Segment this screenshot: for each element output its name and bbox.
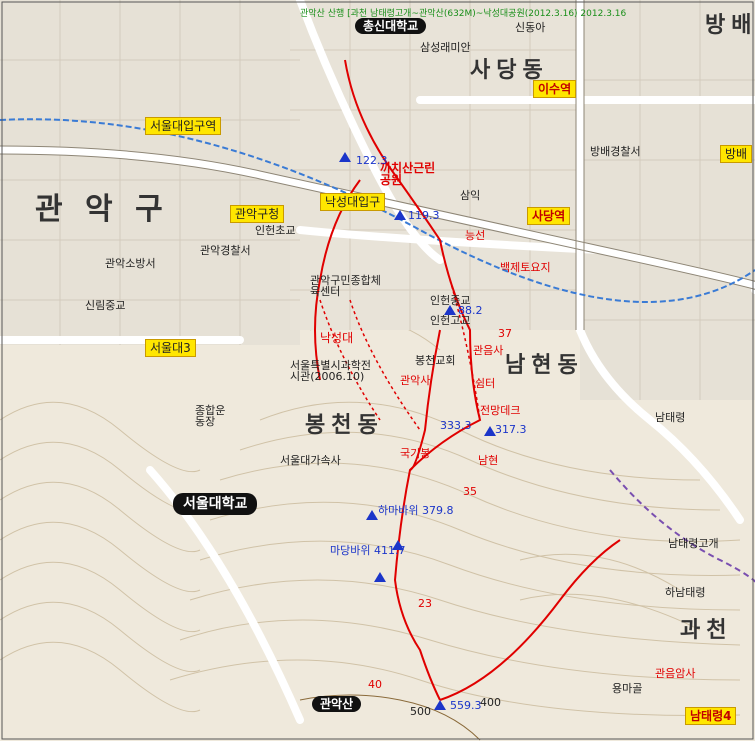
landmark-bongcheon-church: 봉천교회: [415, 354, 456, 367]
landmark-science-hall: 서울특별시과학전시관(2006.10): [290, 359, 371, 383]
landmark-inheon-elem: 인헌초교: [255, 224, 296, 237]
landmark-gwanaksa: 관악사: [400, 374, 431, 387]
map-title: 관악산 산행 [과천 남태령고개~관악산(632M)~낙성대공원(2012.3.…: [300, 9, 627, 19]
landmark-samik: 삼익: [460, 189, 481, 202]
landmark-baekje-kiln: 백제토요지: [500, 261, 551, 274]
peak-hamabawi-height: 379.8: [421, 504, 454, 517]
peak-122: 122.3: [356, 154, 388, 167]
contour-23: 23: [418, 597, 432, 610]
landmark-nakseongdae: 낙성대: [320, 331, 354, 345]
peak-88: 88.2: [458, 304, 483, 317]
station-snu-entrance[interactable]: 서울대입구역: [145, 117, 222, 135]
route-label-ridge: 능선: [465, 229, 486, 242]
peak-hamabawi: 하마바위 379.8: [378, 505, 453, 516]
landmark-gwaneumam: 관음암사: [655, 667, 696, 680]
landmark-snu-accelerator: 서울대가속사: [280, 454, 341, 467]
station-gwanak-office[interactable]: 관악구청: [230, 205, 285, 223]
peak-madangbawi: 마당바위 411.7: [330, 545, 405, 556]
urban-bangbae: [580, 0, 755, 400]
peak-559: 559.3: [450, 699, 482, 712]
contour-400: 400: [480, 696, 501, 709]
landmark-fire-station: 관악소방서: [105, 257, 156, 270]
contour-37: 37: [498, 327, 512, 340]
peak-317: 317.3: [495, 423, 527, 436]
contour-35: 35: [463, 485, 477, 498]
peak-119: 119.3: [408, 209, 440, 222]
district-bangbae: 방배: [705, 13, 755, 38]
landmark-bangbae-police: 방배경찰서: [590, 145, 641, 158]
landmark-sillim-middle: 신림중교: [85, 299, 126, 312]
contour-500: 500: [410, 705, 431, 718]
station-isu[interactable]: 이수역: [533, 80, 577, 98]
peak-madangbawi-height: 411.7: [373, 544, 406, 557]
peak-333: 333.3: [440, 419, 472, 432]
landmark-namtaeryeong-pass: 남태령고개: [668, 537, 719, 550]
landmark-snu[interactable]: 서울대학교: [173, 493, 258, 515]
landmark-ha-namtaeryeong: 하남태령: [665, 586, 706, 599]
district-sadang: 사당동: [470, 58, 549, 83]
district-bongcheon: 봉천동: [305, 413, 384, 438]
peak-madangbawi-name: 마당바위: [330, 544, 371, 557]
station-sadang[interactable]: 사당역: [527, 207, 571, 225]
route-label-gukgibong: 국기봉: [400, 447, 431, 460]
landmark-gwaneumsa: 관음사: [473, 344, 504, 357]
district-gwanak: 관 악 구: [35, 192, 169, 227]
station-nakseongdae[interactable]: 낙성대입구: [320, 193, 386, 211]
landmark-sindonga: 신동아: [515, 21, 546, 34]
district-gwacheon: 과천: [680, 618, 733, 643]
map-canvas[interactable]: 관악산 산행 [과천 남태령고개~관악산(632M)~낙성대공원(2012.3.…: [0, 0, 755, 741]
landmark-gwanaksan[interactable]: 관악산: [312, 696, 362, 712]
landmark-police-station: 관악경찰서: [200, 244, 251, 257]
contour-40: 40: [368, 678, 382, 691]
landmark-stadium: 종합운동장: [195, 404, 226, 428]
landmark-kkachisan-park: 까치산근린공원: [380, 161, 436, 187]
station-namtaeryeong[interactable]: 남태령4: [685, 707, 737, 725]
landmark-sports-center: 관악구민종합체육센터: [310, 274, 381, 298]
station-snu3[interactable]: 서울대3: [145, 339, 196, 357]
landmark-yongmagol: 용마골: [612, 682, 643, 695]
peak-hamabawi-name: 하마바위: [378, 504, 419, 517]
landmark-namtaeryeong: 남태령: [655, 411, 686, 424]
route-label-namhyeon: 남현: [478, 454, 499, 467]
route-label-deck: 전망데크: [480, 404, 521, 417]
landmark-chongshin[interactable]: 총신대학교: [355, 18, 427, 34]
station-bangbae[interactable]: 방배: [720, 145, 753, 163]
landmark-samsung-raemian: 삼성래미안: [420, 41, 471, 54]
district-namhyeon: 남현동: [505, 353, 584, 378]
route-label-rest: 쉼터: [475, 377, 496, 390]
